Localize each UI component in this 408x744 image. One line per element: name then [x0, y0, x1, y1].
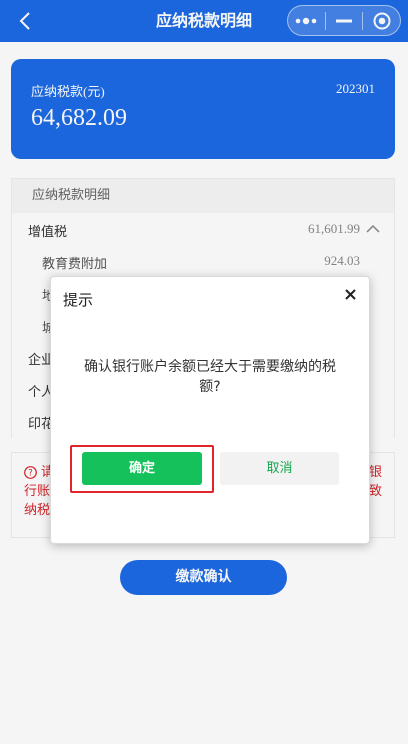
confirm-dialog: 提示 确认银行账户余额已经大于需要缴纳的税额? 确定 取消 [50, 276, 370, 544]
cancel-button[interactable]: 取消 [220, 452, 339, 485]
confirm-button[interactable]: 确定 [82, 452, 202, 485]
dialog-close-button[interactable] [339, 283, 361, 305]
close-icon [344, 288, 356, 300]
dialog-title: 提示 [63, 291, 94, 309]
tax-detail-page: 应纳税款明细 应纳税款(元) 202301 64,682.09 应纳税款明细 增… [0, 0, 408, 744]
dialog-message: 确认银行账户余额已经大于需要缴纳的税额? [84, 359, 336, 395]
